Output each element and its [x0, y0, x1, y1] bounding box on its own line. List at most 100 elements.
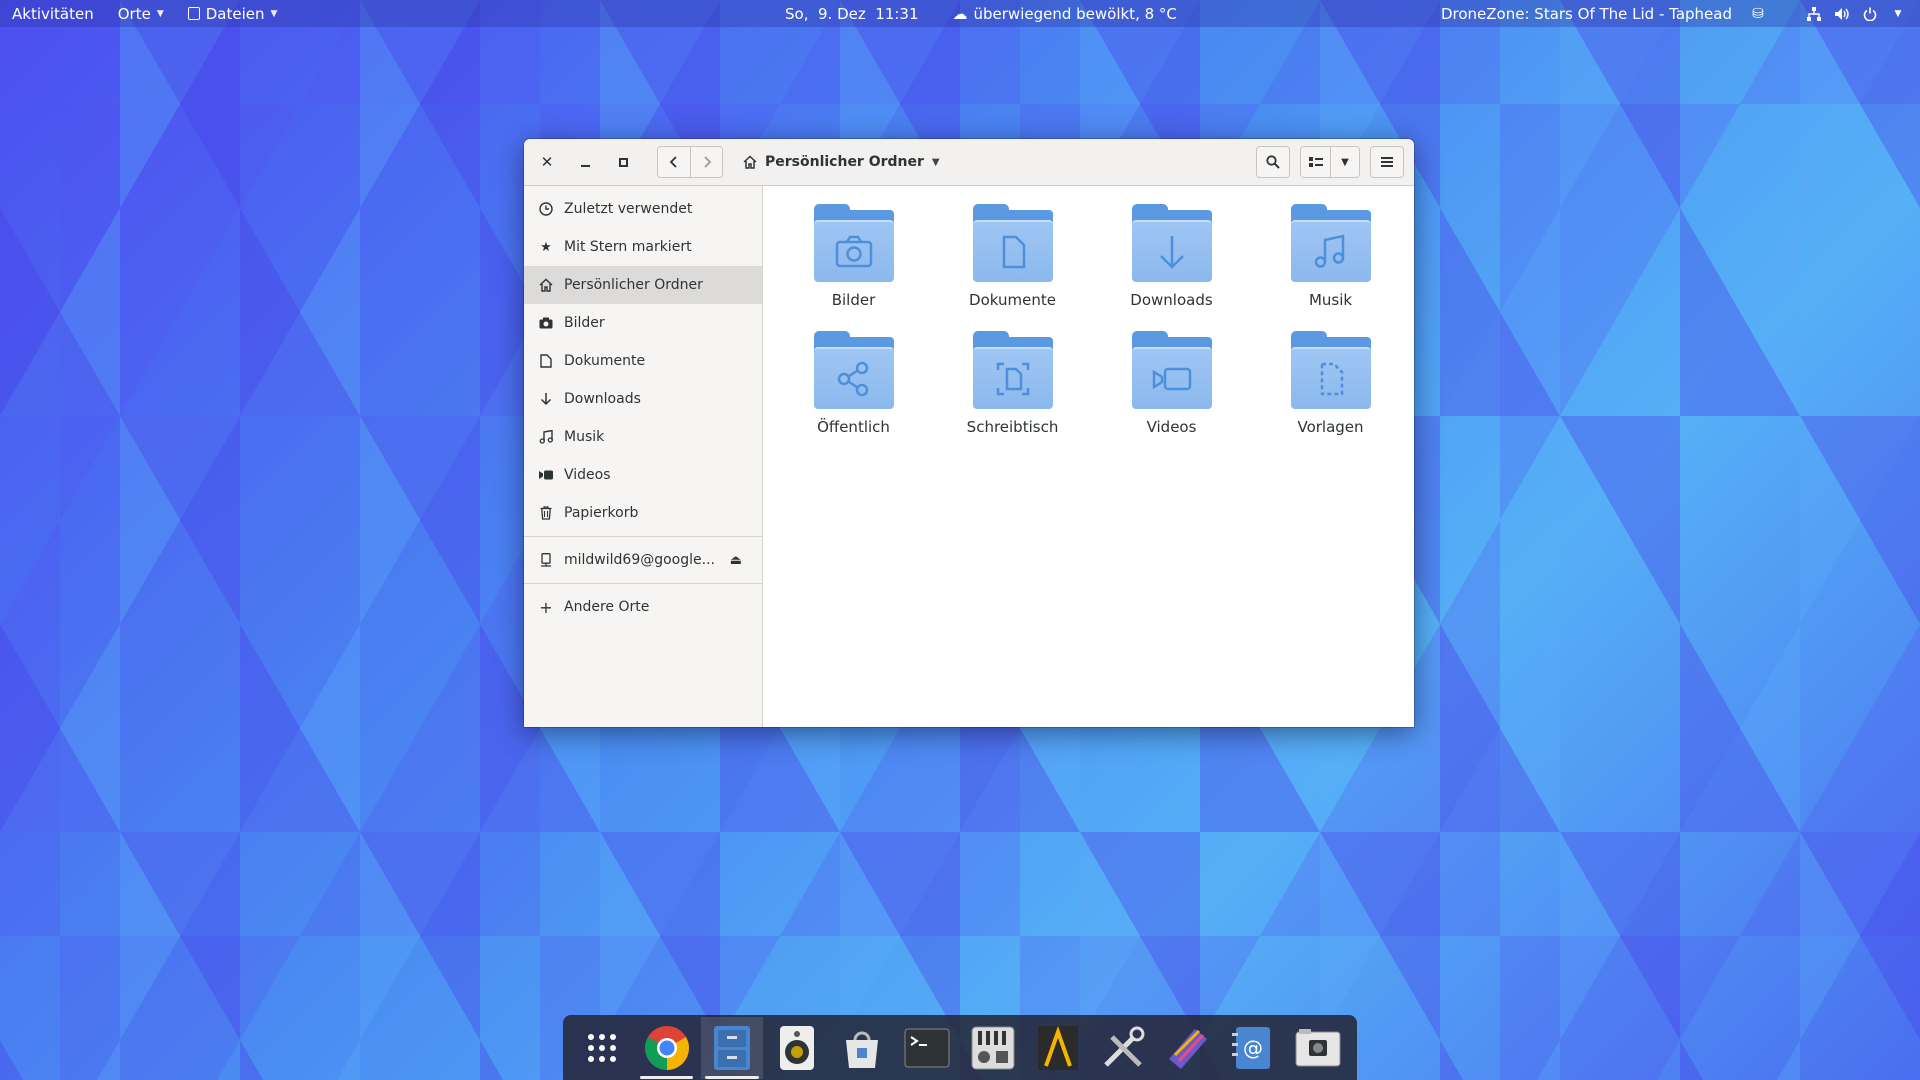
forward-button[interactable] — [690, 147, 722, 177]
music-icon — [538, 429, 554, 445]
view-toggle: ▼ — [1300, 146, 1360, 178]
sidebar-divider — [524, 583, 762, 584]
hamburger-icon — [1381, 157, 1393, 167]
music-icon — [1314, 234, 1344, 268]
path-bar[interactable]: Persönlicher Ordner ▼ — [743, 154, 940, 170]
clock[interactable]: So, 9. Dez 11:31 — [785, 5, 919, 23]
chevron-left-icon — [669, 156, 677, 168]
folder-icon — [1290, 331, 1371, 409]
folder-label: Schreibtisch — [966, 418, 1059, 436]
video-icon — [1152, 367, 1191, 391]
sidebar-item-videos[interactable]: Videos — [524, 456, 762, 494]
folder-icon — [1290, 204, 1371, 282]
eject-icon[interactable]: ⏏ — [730, 553, 742, 568]
folder-label: Bilder — [831, 291, 876, 309]
clock-icon — [538, 201, 554, 217]
chevron-down-icon: ▼ — [156, 8, 164, 19]
download-icon — [1159, 236, 1184, 269]
document-icon — [538, 353, 554, 369]
folder-schreibtisch[interactable]: Schreibtisch — [933, 331, 1092, 436]
volume-icon[interactable] — [1834, 6, 1850, 22]
folder-vorlagen[interactable]: Vorlagen — [1251, 331, 1410, 436]
files-icon[interactable] — [701, 1016, 763, 1079]
maximize-button[interactable] — [604, 139, 642, 186]
chevron-down-icon: ▼ — [270, 8, 278, 19]
clock-area[interactable]: So, 9. Dez 11:31 ☁ überwiegend bewölkt, … — [785, 0, 1177, 27]
folder-icon — [813, 331, 894, 409]
sidebar-item-other-locations[interactable]: + Andere Orte — [524, 588, 762, 626]
rhythmbox-icon[interactable] — [767, 1017, 828, 1079]
sidebar-item-downloads[interactable]: Downloads — [524, 380, 762, 418]
search-icon — [1266, 155, 1280, 169]
sidebar-divider — [524, 536, 762, 537]
sidebar-item-label: Mit Stern markiert — [564, 239, 692, 255]
screenshot-icon[interactable] — [1288, 1017, 1349, 1079]
sidebar-item-label: Andere Orte — [564, 599, 650, 615]
view-options-button[interactable]: ▼ — [1330, 147, 1359, 177]
now-playing[interactable]: DroneZone: Stars Of The Lid - Taphead — [1429, 0, 1744, 27]
maximize-icon — [618, 157, 628, 167]
minimize-button[interactable] — [566, 139, 604, 186]
search-button[interactable] — [1256, 146, 1290, 178]
contacts-icon[interactable]: @ — [1223, 1017, 1284, 1079]
terminal-icon[interactable] — [897, 1017, 958, 1079]
power-icon[interactable] — [1862, 6, 1878, 22]
sidebar-item-label: Persönlicher Ordner — [564, 277, 703, 293]
sidebar-item-label: Downloads — [564, 391, 641, 407]
sidebar-item-documents[interactable]: Dokumente — [524, 342, 762, 380]
document-icon — [1002, 235, 1025, 269]
folder-icon — [813, 204, 894, 282]
folder-bilder[interactable]: Bilder — [774, 204, 933, 309]
sidebar-item-remote-mount[interactable]: mildwild69@google... ⏏ — [524, 541, 762, 579]
software-icon[interactable] — [832, 1017, 893, 1079]
desktop-icon — [996, 362, 1029, 396]
sidebar-item-trash[interactable]: Papierkorb — [524, 494, 762, 532]
camera-icon — [538, 315, 554, 331]
back-button[interactable] — [658, 147, 690, 177]
folder-oeffentlich[interactable]: Öffentlich — [774, 331, 933, 436]
chrome-icon[interactable] — [636, 1017, 697, 1079]
app-menu[interactable]: Dateien ▼ — [176, 0, 290, 27]
chevron-down-icon[interactable]: ▼ — [1890, 6, 1906, 22]
text-editor-icon[interactable] — [1027, 1017, 1088, 1079]
folder-downloads[interactable]: Downloads — [1092, 204, 1251, 309]
folder-icon — [972, 331, 1053, 409]
sidebar-item-pictures[interactable]: Bilder — [524, 304, 762, 342]
folder-videos[interactable]: Videos — [1092, 331, 1251, 436]
file-view[interactable]: Bilder Dokumente Downloads Musik Öffentl… — [764, 186, 1414, 727]
close-button[interactable]: ✕ — [528, 139, 566, 186]
app-grid-icon[interactable] — [571, 1017, 632, 1079]
sidebar-item-starred[interactable]: ★ Mit Stern markiert — [524, 228, 762, 266]
sidebar-item-recent[interactable]: Zuletzt verwendet — [524, 190, 762, 228]
drive-icon[interactable]: ⛁ — [1750, 6, 1766, 22]
folder-icon — [1131, 204, 1212, 282]
folder-musik[interactable]: Musik — [1251, 204, 1410, 309]
sidebar-item-home[interactable]: Persönlicher Ordner — [524, 266, 762, 304]
weather[interactable]: ☁ überwiegend bewölkt, 8 °C — [953, 5, 1177, 23]
sidebar-item-music[interactable]: Musik — [524, 418, 762, 456]
template-icon — [1320, 362, 1343, 396]
path-label: Persönlicher Ordner — [765, 154, 924, 170]
plus-icon: + — [539, 597, 553, 617]
places-menu[interactable]: Orte ▼ — [106, 0, 176, 27]
list-view-button[interactable] — [1301, 147, 1330, 177]
folder-label: Vorlagen — [1297, 418, 1364, 436]
sidebar-item-label: Papierkorb — [564, 505, 639, 521]
folder-dokumente[interactable]: Dokumente — [933, 204, 1092, 309]
menu-button[interactable] — [1370, 146, 1404, 178]
minimize-icon — [580, 165, 590, 167]
navigation-buttons — [657, 146, 723, 178]
network-icon[interactable] — [1806, 6, 1822, 22]
mixer-icon[interactable] — [962, 1017, 1023, 1079]
chevron-down-icon: ▼ — [1341, 156, 1349, 168]
app-menu-label: Dateien — [205, 4, 265, 23]
tools-icon[interactable] — [1092, 1017, 1153, 1079]
design-icon[interactable] — [1158, 1017, 1219, 1079]
sidebar-item-label: Musik — [564, 429, 605, 445]
folder-label: Dokumente — [969, 291, 1056, 309]
star-icon: ★ — [540, 239, 552, 255]
activities-button[interactable]: Aktivitäten — [0, 0, 106, 27]
share-icon — [837, 361, 868, 397]
svg-text:@: @ — [1243, 1036, 1263, 1060]
folder-icon — [972, 204, 1053, 282]
